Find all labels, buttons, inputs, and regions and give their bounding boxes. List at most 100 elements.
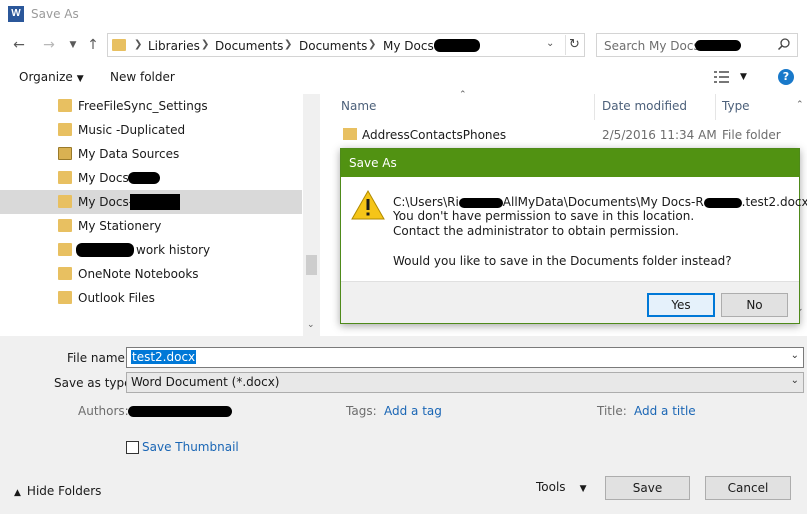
sidebar-item-music-duplicated[interactable]: Music -Duplicated <box>0 118 302 142</box>
path-prefix: C:\Users\Ri <box>393 195 459 209</box>
file-name-label: File name: <box>67 351 129 365</box>
recent-locations-chevron-icon[interactable]: ▼ <box>64 36 82 54</box>
forward-arrow-icon[interactable]: → <box>40 36 58 54</box>
chevron-down-icon[interactable]: ⌄ <box>791 350 799 361</box>
sidebar-item-my-docs[interactable]: My Docs- <box>0 166 302 190</box>
yes-button[interactable]: Yes <box>647 293 715 317</box>
redaction-mark <box>434 39 480 52</box>
back-arrow-icon[interactable]: ← <box>10 36 28 54</box>
dialog-title: Save As <box>349 156 397 170</box>
sidebar-item-label: My Docs- <box>78 171 134 185</box>
scroll-down-arrow-icon[interactable]: ⌄ <box>307 320 315 330</box>
breadcrumb-my-docs[interactable]: My Docs- <box>383 39 438 53</box>
breadcrumb-chevron-icon[interactable]: ❯ <box>284 39 292 50</box>
up-arrow-icon[interactable]: ↑ <box>84 36 102 54</box>
search-icon[interactable] <box>777 37 791 51</box>
file-date-cell: 2/5/2016 11:34 AM <box>602 128 717 142</box>
redaction-mark <box>128 406 232 417</box>
search-placeholder: Search My Docs- <box>604 39 705 53</box>
folder-icon <box>58 195 72 208</box>
table-row[interactable]: AddressContactsPhones 2/5/2016 11:34 AM … <box>341 124 801 146</box>
scrollbar-thumb[interactable] <box>306 255 317 275</box>
save-thumbnail-label[interactable]: Save Thumbnail <box>142 440 239 454</box>
navigation-pane-scrollbar[interactable] <box>303 94 320 336</box>
column-header-name[interactable]: Name <box>341 99 376 113</box>
add-tag-link[interactable]: Add a tag <box>384 404 442 418</box>
caret-down-icon: ▼ <box>579 484 587 494</box>
sidebar-item-label: My Docs- <box>78 195 134 209</box>
address-dropdown-chevron-icon[interactable]: ⌄ <box>546 38 554 49</box>
breadcrumb-documents[interactable]: Documents <box>299 39 367 53</box>
folder-icon <box>343 128 357 140</box>
organize-label: Organize <box>19 70 73 84</box>
sidebar-item-label: Outlook Files <box>78 291 155 305</box>
search-box[interactable]: Search My Docs- <box>596 33 798 57</box>
sidebar-item-label: Music -Duplicated <box>78 123 186 137</box>
tools-label: Tools <box>536 480 566 494</box>
sidebar-item-onenote-notebooks[interactable]: OneNote Notebooks <box>0 262 302 286</box>
cancel-button[interactable]: Cancel <box>705 476 791 500</box>
folder-icon <box>58 291 72 304</box>
column-divider[interactable] <box>594 94 595 120</box>
sidebar-item-my-docs-selected[interactable]: My Docs- <box>0 190 302 214</box>
file-name-input[interactable]: test2.docx ⌄ <box>126 347 804 368</box>
path-suffix: .test2.docx <box>741 195 807 209</box>
save-thumbnail-checkbox[interactable] <box>126 441 139 454</box>
sidebar-item-my-data-sources[interactable]: My Data Sources <box>0 142 302 166</box>
breadcrumb-libraries[interactable]: Libraries <box>148 39 200 53</box>
caret-down-icon: ▼ <box>76 74 84 84</box>
folder-icon <box>58 123 72 136</box>
redaction-mark <box>76 243 134 257</box>
file-name-value: test2.docx <box>131 350 197 364</box>
redaction-mark <box>458 197 503 208</box>
sidebar-item-label: work history <box>136 243 211 257</box>
column-divider[interactable] <box>715 94 716 120</box>
dialog-title-bar: Save As <box>341 149 799 177</box>
change-view-icon[interactable] <box>714 70 730 84</box>
no-button[interactable]: No <box>721 293 788 317</box>
breadcrumb-chevron-icon[interactable]: ❯ <box>368 39 376 50</box>
breadcrumb-chevron-icon[interactable]: ❯ <box>134 39 142 50</box>
folder-icon <box>58 267 72 280</box>
refresh-icon[interactable]: ↻ <box>565 35 583 55</box>
path-middle: AllMyData\Documents\My Docs-R <box>502 195 704 209</box>
sidebar-item-label: FreeFileSync_Settings <box>78 99 208 113</box>
sidebar-item-my-stationery[interactable]: My Stationery <box>0 214 302 238</box>
organize-menu[interactable]: Organize ▼ <box>19 70 84 84</box>
navigation-pane: FreeFileSync_Settings Music -Duplicated … <box>0 94 320 336</box>
column-header-type[interactable]: Type <box>722 99 750 113</box>
sidebar-item-label: My Data Sources <box>78 147 180 161</box>
warning-icon <box>351 189 385 220</box>
breadcrumb-documents[interactable]: Documents <box>215 39 283 53</box>
scroll-up-arrow-icon[interactable]: ⌃ <box>796 100 804 110</box>
view-options-caret-icon[interactable]: ▼ <box>740 72 747 82</box>
save-as-type-select[interactable]: Word Document (*.docx) ⌄ <box>126 372 804 393</box>
address-bar[interactable]: ❯ Libraries ❯ Documents ❯ Documents ❯ My… <box>107 33 585 57</box>
folder-icon <box>58 99 72 112</box>
permission-dialog: Save As C:\Users\Ri AllMyData\Documents\M… <box>340 148 807 324</box>
redaction-mark <box>128 172 160 184</box>
redaction-mark <box>695 40 741 51</box>
command-toolbar: Organize ▼ New folder ▼ ? <box>0 62 807 94</box>
sidebar-item-work-history[interactable]: work history <box>0 238 302 262</box>
title-label: Title: <box>597 404 627 418</box>
folder-icon <box>58 171 72 184</box>
add-title-link[interactable]: Add a title <box>634 404 696 418</box>
column-header-date-modified[interactable]: Date modified <box>602 99 687 113</box>
dialog-message-question: Would you like to save in the Documents … <box>393 254 732 268</box>
dialog-button-bar: Yes No <box>341 281 799 323</box>
help-icon[interactable]: ? <box>778 69 794 85</box>
save-button[interactable]: Save <box>605 476 690 500</box>
hide-folders-button[interactable]: ▲ Hide Folders <box>14 484 101 498</box>
chevron-down-icon[interactable]: ⌄ <box>791 375 799 386</box>
new-folder-button[interactable]: New folder <box>110 70 175 84</box>
tags-label: Tags: <box>346 404 377 418</box>
tools-menu[interactable]: Tools ▼ <box>536 480 586 494</box>
sidebar-item-outlook-files[interactable]: Outlook Files <box>0 286 302 310</box>
data-sources-folder-icon <box>58 147 72 160</box>
sidebar-item-freefilesync-settings[interactable]: FreeFileSync_Settings <box>0 94 302 118</box>
breadcrumb-chevron-icon[interactable]: ❯ <box>201 39 209 50</box>
folder-icon <box>58 219 72 232</box>
file-name-cell: AddressContactsPhones <box>362 128 507 142</box>
dialog-message-contact-admin: Contact the administrator to obtain perm… <box>393 224 679 238</box>
